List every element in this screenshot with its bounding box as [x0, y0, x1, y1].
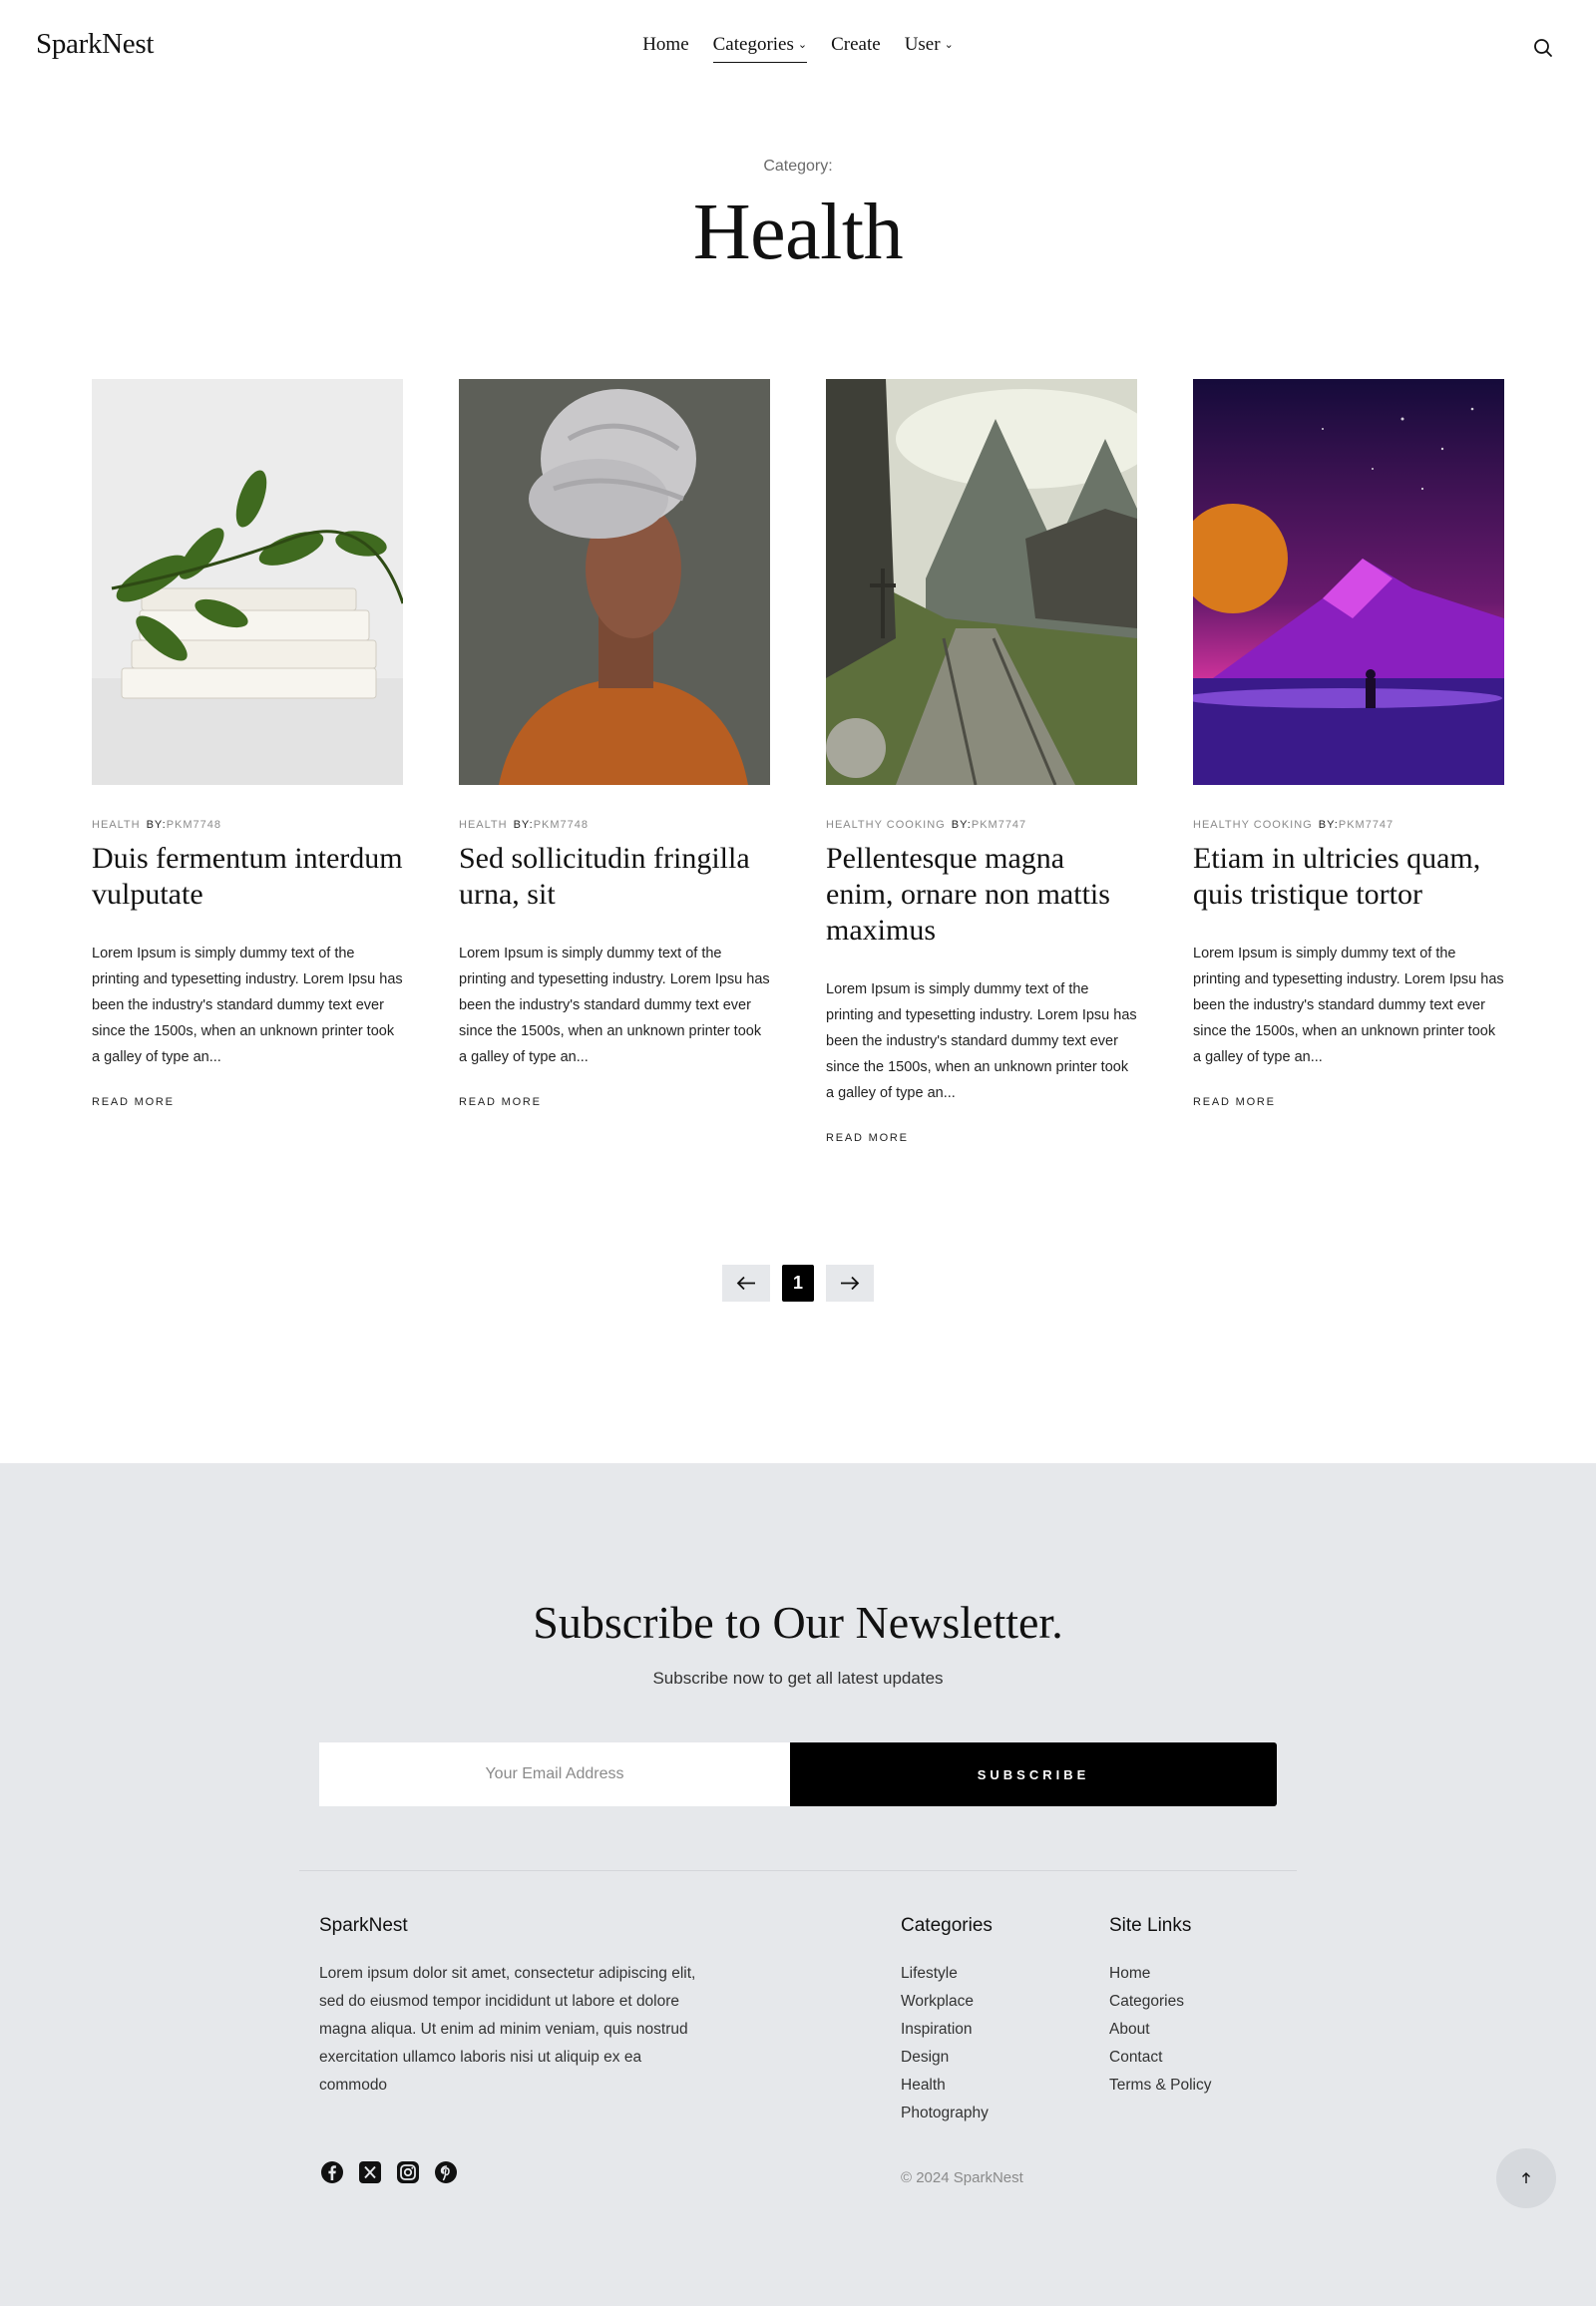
nav-categories-label: Categories	[712, 34, 794, 55]
footer-about: Lorem ipsum dolor sit amet, consectetur …	[319, 1965, 696, 2094]
arrow-left-icon	[736, 1276, 755, 1291]
post-by-label: BY:	[146, 819, 167, 831]
post-title[interactable]: Duis fermentum interdum vulputate	[92, 841, 403, 913]
post-image[interactable]	[92, 379, 403, 785]
facebook-icon	[321, 2161, 343, 2183]
prev-page-button[interactable]	[722, 1265, 770, 1302]
post-meta: HEALTHY COOKING BY:PKM7747	[1193, 819, 1504, 831]
next-page-button[interactable]	[826, 1265, 874, 1302]
post-category[interactable]: HEALTH	[92, 819, 141, 831]
post-meta: HEALTH BY:PKM7748	[459, 819, 770, 831]
post-card: HEALTH BY:PKM7748 Duis fermentum interdum…	[92, 379, 403, 1110]
category-label: Category:	[763, 158, 833, 175]
post-category[interactable]: HEALTH	[459, 819, 508, 831]
post-excerpt: Lorem Ipsum is simply dummy text of the …	[459, 946, 770, 1065]
pinterest-icon	[435, 2161, 457, 2183]
post-author[interactable]: PKM7747	[1339, 819, 1394, 831]
nav-create[interactable]: Create	[831, 34, 881, 62]
footer-divider	[299, 1870, 1297, 1871]
pinterest-link[interactable]	[433, 2159, 459, 2185]
post-excerpt: Lorem Ipsum is simply dummy text of the …	[92, 946, 403, 1065]
instagram-link[interactable]	[395, 2159, 421, 2185]
nav-home-label: Home	[642, 34, 689, 55]
post-author[interactable]: PKM7748	[534, 819, 589, 831]
post-category[interactable]: HEALTHY COOKING	[826, 819, 946, 831]
search-button[interactable]	[1532, 37, 1554, 59]
post-by-label: BY:	[951, 819, 972, 831]
footer-brand: SparkNest	[319, 1915, 408, 1936]
read-more-link[interactable]: READ MORE	[1193, 1096, 1276, 1108]
post-category[interactable]: HEALTHY COOKING	[1193, 819, 1313, 831]
page-title: Health	[692, 189, 904, 276]
footer-site-link[interactable]: Terms & Policy	[1109, 2072, 1212, 2100]
chevron-down-icon: ⌄	[797, 39, 808, 51]
read-more-link[interactable]: READ MORE	[826, 1132, 909, 1144]
post-author[interactable]: PKM7748	[167, 819, 221, 831]
nav-user[interactable]: User ⌄	[905, 34, 954, 62]
nav-user-label: User	[904, 34, 941, 55]
site-header: SparkNest Home Categories ⌄ Create User ⌄	[0, 0, 1596, 94]
post-by-label: BY:	[1318, 819, 1339, 831]
chevron-down-icon: ⌄	[944, 39, 954, 51]
footer-sitelinks-title: Site Links	[1109, 1915, 1192, 1936]
subscribe-button[interactable]: SUBSCRIBE	[790, 1742, 1277, 1806]
page-number-current[interactable]: 1	[782, 1265, 814, 1302]
copyright-text: © 2024 SparkNest	[901, 2169, 1023, 2186]
post-meta: HEALTH BY:PKM7748	[92, 819, 403, 831]
post-excerpt: Lorem Ipsum is simply dummy text of the …	[1193, 946, 1504, 1065]
pagination: 1	[0, 1265, 1596, 1302]
email-input[interactable]	[319, 1742, 790, 1806]
x-link[interactable]	[357, 2159, 383, 2185]
footer-site-link[interactable]: Home	[1109, 1960, 1212, 1988]
post-image[interactable]	[1193, 379, 1504, 785]
post-image[interactable]	[459, 379, 770, 785]
site-footer: Subscribe to Our Newsletter. Subscribe n…	[0, 1463, 1596, 2306]
footer-category-link[interactable]: Lifestyle	[901, 1960, 989, 1988]
footer-site-link[interactable]: About	[1109, 2016, 1212, 2044]
post-card: HEALTHY COOKING BY:PKM7747 Etiam in ultri…	[1193, 379, 1504, 1110]
post-title[interactable]: Sed sollicitudin fringilla urna, sit	[459, 841, 770, 913]
post-card: HEALTHY COOKING BY:PKM7747 Pellentesque m…	[826, 379, 1137, 1146]
footer-category-link[interactable]: Workplace	[901, 1988, 989, 2016]
nav-home[interactable]: Home	[642, 34, 688, 62]
post-image[interactable]	[826, 379, 1137, 785]
footer-category-link[interactable]: Photography	[901, 2100, 989, 2127]
post-author[interactable]: PKM7747	[972, 819, 1026, 831]
footer-site-link[interactable]: Contact	[1109, 2044, 1212, 2072]
footer-category-link[interactable]: Health	[901, 2072, 989, 2100]
post-title[interactable]: Etiam in ultricies quam, quis tristique …	[1193, 841, 1504, 913]
footer-category-link[interactable]: Design	[901, 2044, 989, 2072]
newsletter-title: Subscribe to Our Newsletter.	[533, 1597, 1063, 1648]
facebook-link[interactable]	[319, 2159, 345, 2185]
back-to-top-button[interactable]	[1496, 2148, 1556, 2208]
x-icon	[359, 2161, 381, 2183]
arrow-right-icon	[841, 1276, 860, 1291]
footer-sitelinks-list: Home Categories About Contact Terms & Po…	[1109, 1960, 1212, 2100]
footer-site-link[interactable]: Categories	[1109, 1988, 1212, 2016]
post-card: HEALTH BY:PKM7748 Sed sollicitudin fringi…	[459, 379, 770, 1110]
footer-categories-list: Lifestyle Workplace Inspiration Design H…	[901, 1960, 989, 2127]
nav-create-label: Create	[831, 34, 881, 55]
nav-categories[interactable]: Categories ⌄	[712, 34, 808, 63]
newsletter-subtitle: Subscribe now to get all latest updates	[652, 1669, 944, 1688]
main-nav: Home Categories ⌄ Create User ⌄	[0, 34, 1596, 63]
arrow-up-icon	[1522, 2172, 1530, 2183]
read-more-link[interactable]: READ MORE	[459, 1096, 542, 1108]
instagram-icon	[397, 2161, 419, 2183]
footer-category-link[interactable]: Inspiration	[901, 2016, 989, 2044]
post-title[interactable]: Pellentesque magna enim, ornare non matt…	[826, 841, 1137, 949]
read-more-link[interactable]: READ MORE	[92, 1096, 175, 1108]
social-links	[319, 2159, 471, 2185]
post-by-label: BY:	[513, 819, 534, 831]
footer-categories-title: Categories	[901, 1915, 993, 1936]
search-icon	[1534, 39, 1552, 57]
post-excerpt: Lorem Ipsum is simply dummy text of the …	[826, 981, 1137, 1101]
post-meta: HEALTHY COOKING BY:PKM7747	[826, 819, 1137, 831]
